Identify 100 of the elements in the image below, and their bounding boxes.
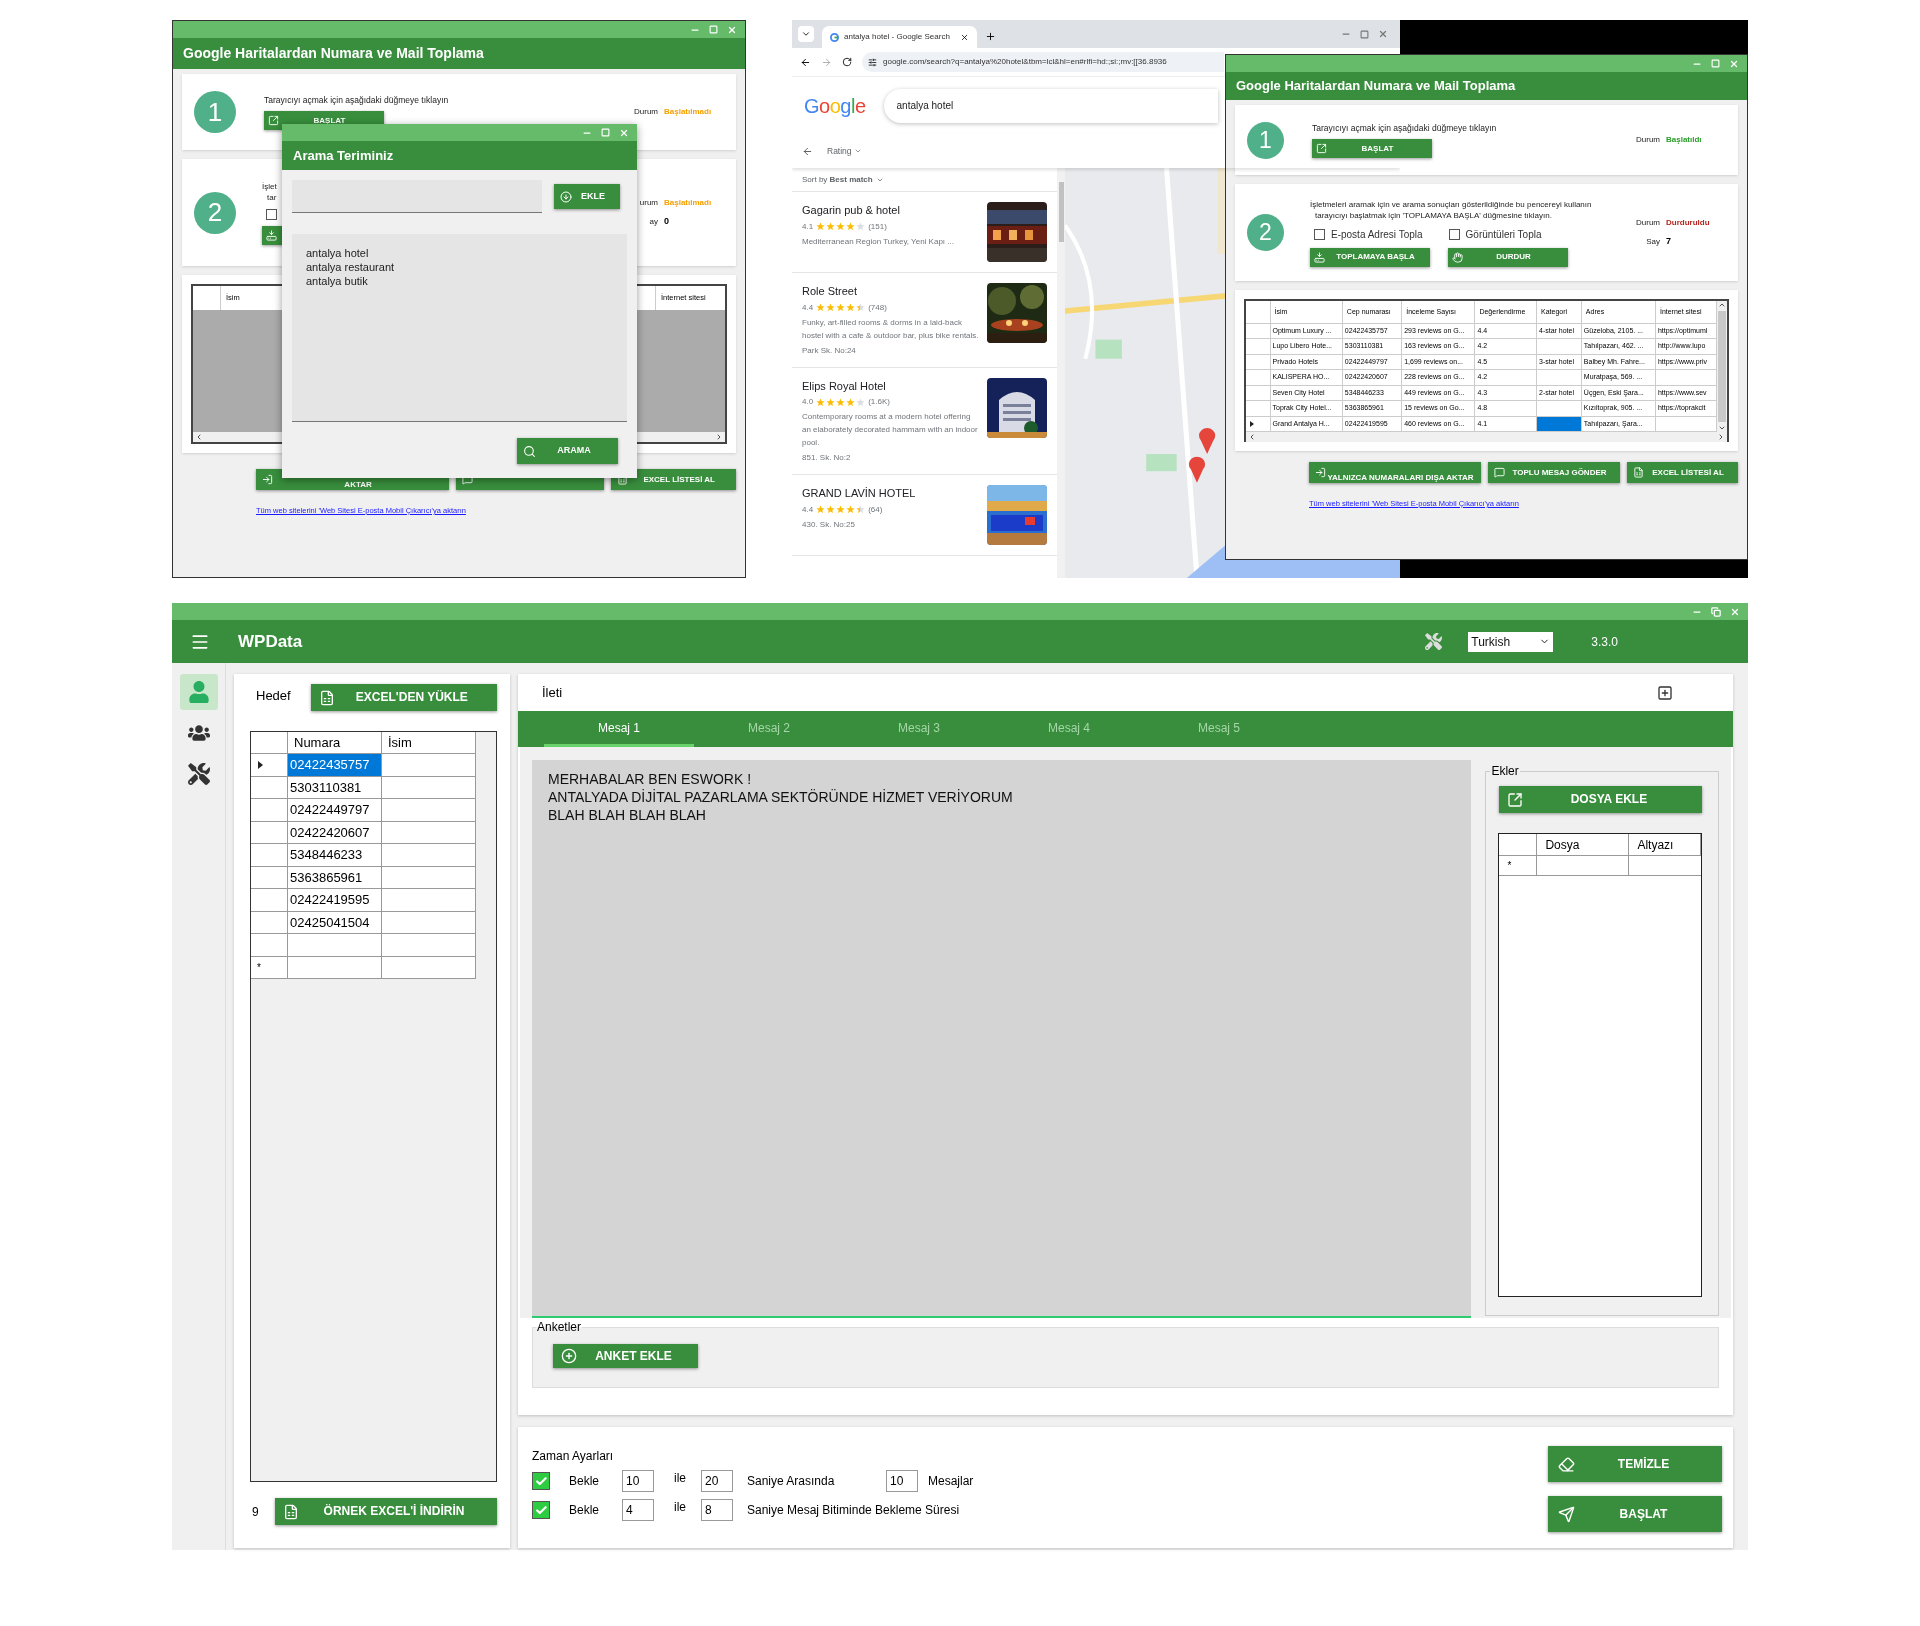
export-button[interactable]: YALNIZCA NUMARALARI DIŞA AKTAR — [1309, 462, 1481, 483]
start-collecting-button[interactable]: TOPLAMAYA BAŞLA — [1310, 247, 1430, 267]
seconds-label: Saniye Mesaj Bitiminde Bekleme Süresi — [747, 1502, 960, 1519]
current-row-icon — [258, 760, 263, 769]
add-button[interactable]: EKLE — [554, 184, 620, 209]
place-name: Role Street — [802, 284, 859, 299]
star-icon — [826, 505, 836, 514]
add-file-button[interactable]: DOSYA EKLE — [1499, 786, 1703, 813]
maximize-icon[interactable] — [1360, 29, 1369, 39]
checkbox[interactable] — [266, 208, 277, 220]
search-term[interactable]: antalya restaurant — [306, 260, 613, 274]
window-title: Google Haritalardan Numara ve Mail Toplama — [1236, 77, 1516, 96]
seconds-from-field[interactable]: 4 — [622, 1499, 654, 1521]
column-header: Altyazı — [1629, 834, 1702, 855]
search-term[interactable]: antalya butik — [306, 274, 613, 288]
seconds-to-field[interactable]: 8 — [701, 1499, 733, 1521]
checkbox[interactable] — [532, 1472, 550, 1490]
download-tray-icon — [266, 229, 277, 241]
result-item[interactable]: Elips Royal Hotel 4.0 (1.6K) Contemporary rooms at a modern hotel offering an elaborately decorated hammam with an indoor pool. 851. Sk. No:2 — [792, 367, 1057, 475]
tools-icon[interactable] — [1425, 633, 1443, 650]
step-number: 1 — [1247, 121, 1284, 159]
add-poll-button[interactable]: ANKET EKLE — [553, 1344, 698, 1368]
scroll-down-icon[interactable] — [1718, 424, 1726, 432]
review-count: (151) — [868, 220, 887, 233]
column-header: Dosya — [1537, 834, 1630, 855]
checkbox[interactable] — [1314, 228, 1325, 240]
messages-label: Mesajlar — [928, 1473, 974, 1490]
rating-value: 4.1 — [802, 220, 814, 233]
reload-icon[interactable] — [842, 57, 852, 67]
status-label: urum — [639, 196, 659, 209]
row-header[interactable] — [1246, 416, 1270, 432]
rating-filter[interactable]: Rating — [827, 144, 862, 158]
caret-icon — [853, 147, 862, 155]
table-cell: 5303110381 — [288, 776, 382, 798]
review-count: (1.6K) — [868, 396, 890, 408]
step-number: 2 — [194, 191, 236, 234]
load-excel-button[interactable]: EXCEL'DEN YÜKLE — [310, 684, 497, 711]
excel-list-button[interactable]: EXCEL LİSTESİ AL — [611, 469, 736, 490]
search-field[interactable]: antalya hotel — [883, 88, 1218, 123]
place-name: GRAND LAVİN HOTEL — [802, 486, 917, 501]
search-term[interactable]: antalya hotel — [306, 246, 613, 260]
language-select[interactable]: Turkish — [1468, 631, 1554, 652]
new-tab-icon[interactable] — [985, 31, 996, 42]
message-count-field[interactable]: 10 — [886, 1470, 918, 1492]
start-button[interactable]: BAŞLAT — [1548, 1496, 1722, 1532]
message-label: İleti — [542, 683, 563, 702]
seconds-from-field[interactable]: 10 — [622, 1470, 654, 1492]
back-icon[interactable] — [800, 56, 811, 68]
row-header — [1246, 301, 1270, 323]
message-tab[interactable]: Mesaj 3 — [844, 711, 994, 747]
clear-button[interactable]: TEMİZLE — [1548, 1446, 1722, 1482]
tab-search-button[interactable] — [798, 26, 814, 42]
download-sample-button[interactable]: ÖRNEK EXCEL'İ İNDİRİN — [275, 1498, 497, 1525]
search-icon — [523, 444, 536, 458]
scroll-right-icon[interactable] — [715, 433, 723, 441]
sort-label[interactable]: Sort by Best match — [802, 173, 873, 186]
close-icon[interactable] — [960, 32, 969, 42]
stop-button[interactable]: DURDUR — [1448, 247, 1568, 267]
scroll-left-icon[interactable] — [1248, 433, 1256, 441]
result-item[interactable]: Role Street 4.4 (748) Funky, art-filled rooms & dorms in a laid-back hostel with a cafe & outdoor bar, plus bike rentals. Park Sk. No:24 — [792, 273, 1057, 368]
checkbox[interactable] — [532, 1501, 550, 1519]
star-icon — [816, 222, 826, 231]
google-logo: Google — [804, 93, 866, 119]
message-tab[interactable]: Mesaj 2 — [694, 711, 844, 747]
search-button[interactable]: ARAMA — [517, 438, 618, 464]
scrollbar-thumb[interactable] — [1718, 311, 1726, 422]
bulk-message-button[interactable]: TOPLU MESAJ GÖNDER — [1488, 462, 1620, 483]
scrollbar-thumb[interactable] — [1058, 182, 1064, 242]
restore-icon[interactable] — [1711, 606, 1721, 617]
add-tab-icon[interactable] — [1657, 684, 1673, 701]
range-label: ile — [674, 1470, 687, 1487]
rating-value: 4.4 — [802, 301, 814, 314]
scroll-up-icon[interactable] — [1718, 301, 1726, 309]
result-item[interactable]: GRAND LAVİN HOTEL 4.4 (64) 430. Sk. No:25 — [792, 475, 1057, 556]
message-tab[interactable]: Mesaj 5 — [1144, 711, 1294, 747]
place-detail: Mediterranean Region Turkey, Yeni Kapı ... — [802, 235, 955, 248]
scroll-right-icon[interactable] — [1717, 433, 1725, 441]
star-icon — [846, 505, 856, 514]
excel-list-button[interactable]: EXCEL LİSTESİ AL — [1627, 462, 1738, 483]
scroll-left-icon[interactable] — [195, 433, 203, 441]
address-bar[interactable]: google.com/search?q=antalya%20hotel&tbm=lcl&hl=en#rlfi=hd:;si:;mv:[[36.8936 — [862, 52, 1224, 72]
forward-icon[interactable] — [821, 56, 832, 68]
message-icon — [1494, 467, 1505, 478]
message-field[interactable]: MERHABALAR BEN ESWORK ! ANTALYADA DİJİTAL PAZARLAMA SEKTÖRÜNDE HİZMET VERİYORUM BLAH BLAH BLAH BLAH — [532, 760, 1472, 1318]
star-icon — [816, 303, 826, 312]
new-row-marker: * — [257, 960, 261, 975]
seconds-to-field[interactable]: 20 — [701, 1470, 733, 1492]
browser-tab[interactable]: antalya hotel - Google Search — [822, 26, 977, 48]
result-item[interactable]: Gagarin pub & hotel 4.1 (151) Mediterranean Region Turkey, Yeni Kapı ... — [792, 192, 1057, 273]
message-tab[interactable]: Mesaj 4 — [994, 711, 1144, 747]
star-icon — [826, 222, 836, 231]
sliders-icon — [868, 57, 877, 67]
target-label: Hedef — [256, 687, 291, 705]
star-icon — [856, 397, 866, 407]
search-term-field[interactable] — [292, 180, 542, 213]
seconds-label: Saniye Arasında — [747, 1473, 836, 1490]
start-button[interactable]: BAŞLAT — [1312, 139, 1432, 159]
rating-value: 4.0 — [802, 396, 814, 408]
checkbox[interactable] — [1448, 228, 1460, 240]
count-label: Say — [1646, 235, 1661, 248]
